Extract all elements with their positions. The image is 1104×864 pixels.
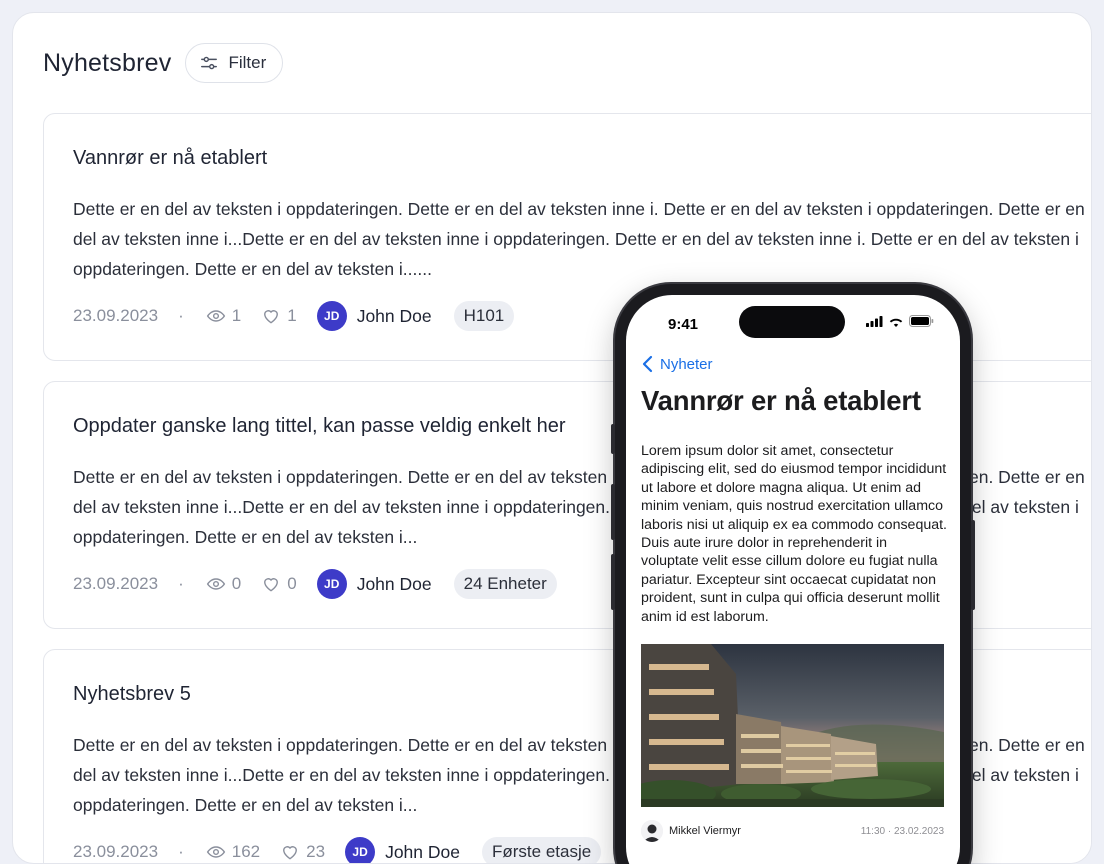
back-label: Nyheter	[660, 355, 713, 373]
signal-icon	[866, 315, 883, 327]
likes-count: 23	[306, 842, 326, 861]
avatar: JD	[345, 837, 376, 863]
avatar: JD	[316, 569, 347, 599]
phone-side-button	[611, 484, 615, 540]
eye-icon	[206, 578, 225, 590]
filter-button[interactable]: Filter	[185, 43, 284, 83]
news-meta: 23.09.2023 · 0 0 JD John Doe 24 Enheter	[73, 568, 557, 600]
views-stat: 1	[206, 306, 241, 326]
heart-icon	[283, 846, 298, 860]
separator-dot: ·	[178, 842, 184, 861]
likes-stat[interactable]: 1	[261, 306, 297, 326]
author-avatar	[641, 820, 663, 842]
views-count: 1	[231, 306, 242, 325]
eye-icon	[206, 846, 225, 858]
status-bar: 9:41	[626, 295, 960, 349]
article-image	[641, 644, 944, 807]
page-title: Nyhetsbrev	[43, 48, 172, 77]
status-time: 9:41	[668, 316, 699, 333]
unit-tag[interactable]: Første etasje	[481, 837, 602, 863]
likes-count: 1	[287, 306, 297, 325]
news-title[interactable]: Vannrør er nå etablert	[73, 147, 267, 170]
likes-count: 0	[287, 574, 297, 593]
views-count: 162	[231, 842, 261, 861]
news-meta: 23.09.2023 · 162 23 JD John Doe Første e…	[73, 836, 602, 863]
views-stat: 162	[206, 842, 260, 862]
author-name: John Doe	[356, 305, 432, 326]
page-header: Nyhetsbrev Filter	[43, 43, 284, 83]
phone-side-button	[611, 424, 615, 454]
heart-icon	[264, 578, 279, 592]
battery-icon	[909, 315, 934, 327]
views-count: 0	[231, 574, 242, 593]
sliders-icon	[201, 56, 218, 70]
wifi-icon	[889, 318, 903, 327]
news-date: 23.09.2023	[73, 306, 159, 325]
article-title: Vannrør er nå etablert	[641, 385, 921, 416]
status-icons	[866, 315, 934, 327]
author-name: John Doe	[356, 573, 432, 594]
eye-icon	[206, 310, 225, 322]
news-title[interactable]: Nyhetsbrev 5	[73, 683, 191, 706]
dynamic-island	[739, 306, 845, 338]
heart-icon	[264, 310, 279, 324]
likes-stat[interactable]: 23	[280, 842, 325, 862]
filter-label: Filter	[228, 53, 267, 72]
avatar: JD	[316, 301, 347, 331]
phone-side-button	[971, 520, 975, 610]
news-meta: 23.09.2023 · 1 1 JD John Doe H101	[73, 300, 515, 332]
news-date: 23.09.2023	[73, 842, 159, 861]
phone-mockup: 9:41 Nyheter Vannrør er nå etablert Lore…	[611, 284, 975, 864]
chevron-left-icon	[642, 355, 653, 373]
article-byline: Mikkel Viermyr 11:30 · 23.02.2023	[641, 820, 944, 842]
back-button[interactable]: Nyheter	[642, 355, 713, 373]
phone-side-button	[611, 554, 615, 610]
views-stat: 0	[206, 574, 241, 594]
likes-stat[interactable]: 0	[261, 574, 297, 594]
unit-tag[interactable]: 24 Enheter	[453, 569, 557, 599]
unit-tag[interactable]: H101	[453, 301, 515, 331]
news-excerpt: Dette er en del av teksten i oppdatering…	[73, 199, 1085, 279]
separator-dot: ·	[178, 574, 184, 593]
separator-dot: ·	[178, 306, 184, 325]
article-timestamp: 11:30 · 23.02.2023	[860, 825, 944, 837]
article-author: Mikkel Viermyr	[669, 825, 741, 837]
article-body: Lorem ipsum dolor sit amet, consectetur …	[641, 443, 947, 625]
author-name: John Doe	[385, 841, 460, 862]
news-title[interactable]: Oppdater ganske lang tittel, kan passe v…	[73, 415, 566, 438]
phone-screen: 9:41 Nyheter Vannrør er nå etablert Lore…	[626, 295, 960, 864]
news-date: 23.09.2023	[73, 574, 159, 593]
